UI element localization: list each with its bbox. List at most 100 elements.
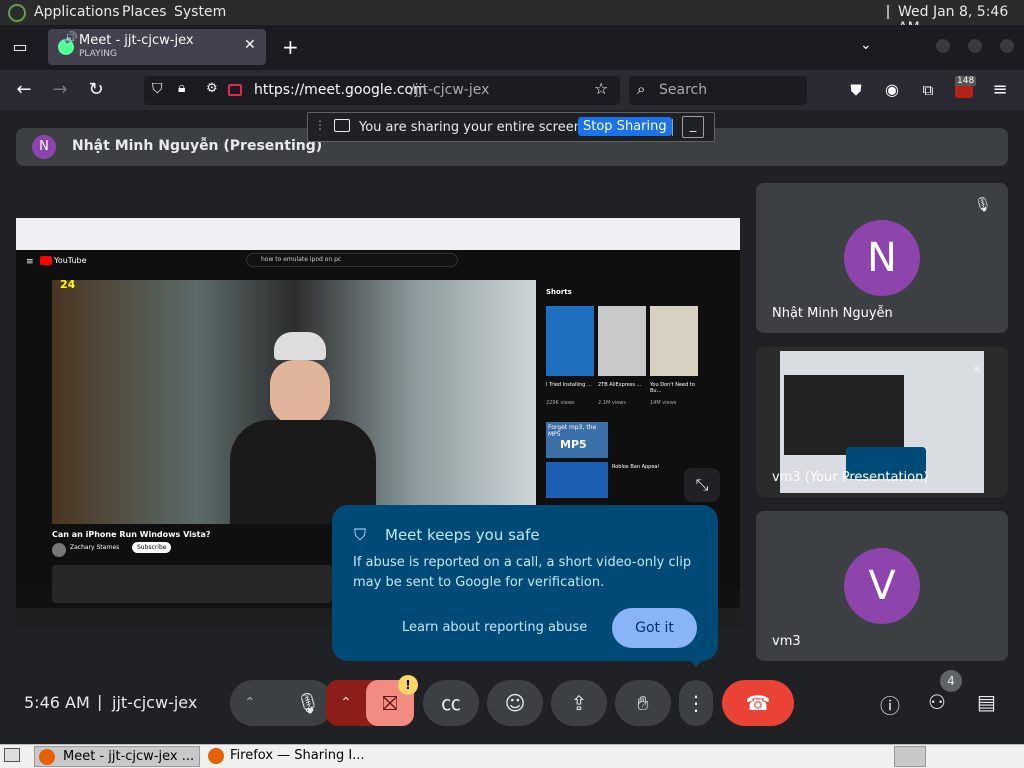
new-tab-button[interactable]: + bbox=[282, 35, 299, 59]
account-icon[interactable]: ◉ bbox=[880, 78, 904, 102]
participant-tile[interactable]: N Nhật Minh Nguyễn 🎙︎ bbox=[756, 183, 1008, 333]
yt-rec-2-title: Roblox Ban Appeal bbox=[612, 464, 659, 470]
learn-more-link[interactable]: Learn about reporting abuse bbox=[402, 620, 587, 635]
presentation-video-area bbox=[784, 375, 904, 455]
presenter-name: Nhật Minh Nguyễn (Presenting) bbox=[72, 138, 323, 154]
minimize-window-icon[interactable] bbox=[936, 39, 950, 53]
yt-search-box: how to emulate ipod on pc bbox=[246, 253, 458, 267]
lock-icon[interactable]: 🔒︎ bbox=[178, 80, 185, 96]
tab-subtitle: PLAYING bbox=[79, 49, 117, 59]
yt-channel-name: Zachary Starnes bbox=[70, 544, 120, 551]
yt-rec-2-thumb bbox=[546, 462, 608, 498]
audio-muted-icon: 🔇︎ bbox=[974, 361, 983, 377]
app-menu-icon[interactable]: ≡ bbox=[988, 78, 1012, 102]
yt-query: how to emulate ipod on pc bbox=[261, 256, 342, 263]
raise-hand-icon[interactable]: ✋︎ bbox=[615, 680, 671, 726]
participant-tile[interactable]: V vm3 bbox=[756, 511, 1008, 661]
yt-video-title: Can an iPhone Run Windows Vista? bbox=[52, 530, 211, 539]
mic-muted-icon: 🎙︎ bbox=[974, 197, 992, 213]
yt-rec-1-tag: MP5 bbox=[560, 438, 587, 451]
speaker-icon[interactable]: 🔊 bbox=[64, 31, 78, 44]
forward-icon[interactable]: → bbox=[48, 78, 72, 102]
meeting-details-icon[interactable]: ⓘ bbox=[880, 690, 900, 719]
tracking-protection-icon[interactable]: ⛉ bbox=[152, 81, 163, 97]
present-screen-icon[interactable]: ⇪ bbox=[551, 680, 607, 726]
screen-share-banner: ⋮ You are sharing your entire screen. St… bbox=[307, 112, 715, 142]
participant-name: Nhật Minh Nguyễn bbox=[772, 306, 893, 321]
yt-short-3-views: 14M views bbox=[650, 400, 677, 406]
participant-tile-presentation[interactable]: vm3 (Your Presentation) 🔇︎ bbox=[756, 347, 1008, 497]
yt-short-3-thumb bbox=[650, 306, 698, 376]
yt-site: YouTube bbox=[54, 256, 87, 265]
show-desktop-icon[interactable] bbox=[4, 748, 20, 762]
shield-icon: ⛉ bbox=[354, 525, 367, 544]
drag-handle-icon[interactable]: ⋮ bbox=[314, 118, 326, 132]
yt-video-player: 24 bbox=[52, 278, 536, 524]
system-taskbar: Meet - jjt-cjcw-jex ... Firefox — Sharin… bbox=[0, 744, 1024, 768]
people-icon[interactable]: ⚇ bbox=[928, 690, 946, 714]
captions-icon[interactable]: ㏄ bbox=[423, 680, 479, 726]
yt-timer: 24 bbox=[60, 278, 76, 291]
search-placeholder: Search bbox=[659, 82, 708, 98]
bookmark-star-icon[interactable]: ☆ bbox=[594, 79, 608, 98]
menu-places[interactable]: Places bbox=[122, 4, 167, 20]
presenter-avatar: N bbox=[32, 135, 56, 159]
browser-tab-meet[interactable]: 🔊 Meet - jjt-cjcw-jex PLAYING ✕ bbox=[48, 29, 266, 65]
yt-logo-icon bbox=[40, 256, 52, 265]
person-cap bbox=[274, 332, 326, 360]
mic-options-chevron-icon[interactable]: ⌃ bbox=[244, 680, 256, 726]
yt-short-1-title: I Tried Installing ... bbox=[546, 382, 592, 388]
maximize-window-icon[interactable] bbox=[968, 39, 982, 53]
reload-icon[interactable]: ↻ bbox=[84, 78, 108, 102]
ublock-count-badge: 148 bbox=[955, 76, 977, 86]
taskbar-item-sharing[interactable]: Firefox — Sharing I... bbox=[204, 746, 370, 767]
close-window-icon[interactable] bbox=[1000, 39, 1014, 53]
share-banner-text: You are sharing your entire screen. bbox=[359, 120, 587, 135]
close-tab-icon[interactable]: ✕ bbox=[244, 37, 256, 53]
popup-pointer bbox=[688, 657, 704, 667]
yt-subscribe: Subscribe bbox=[132, 542, 172, 553]
url-host: https://meet.google.com bbox=[254, 82, 427, 98]
yt-short-3-title: You Don't Need to Bu... bbox=[650, 382, 695, 394]
got-it-button[interactable]: Got it bbox=[612, 608, 697, 648]
fullscreen-icon[interactable]: ⤡ bbox=[684, 468, 720, 502]
yt-menu-icon: ≡ bbox=[26, 257, 34, 267]
participant-avatar: N bbox=[844, 220, 920, 296]
yt-rec-1-title: Forget mp3, the MP5 bbox=[548, 424, 597, 438]
panel-divider bbox=[887, 5, 889, 19]
chat-icon[interactable]: ▤ bbox=[977, 690, 996, 714]
pocket-icon[interactable]: ⛊ bbox=[844, 78, 868, 102]
menu-system[interactable]: System bbox=[174, 4, 226, 20]
screen-share-indicator-icon[interactable] bbox=[228, 84, 242, 96]
meeting-code: jjt-cjcw-jex bbox=[112, 693, 198, 712]
taskbar-item-meet[interactable]: Meet - jjt-cjcw-jex ... bbox=[34, 746, 200, 767]
camera-warning-badge: ! bbox=[398, 675, 418, 695]
meeting-time: 5:46 AM bbox=[24, 693, 90, 712]
system-top-panel: Applications Places System Wed Jan 8, 5:… bbox=[0, 0, 1024, 36]
distro-logo-icon[interactable] bbox=[8, 4, 26, 22]
mic-group: ⌃ 🎙︎ bbox=[230, 680, 334, 726]
search-bar[interactable]: ⌕ Search bbox=[629, 76, 807, 105]
menu-applications[interactable]: Applications bbox=[34, 4, 120, 20]
yt-short-2-thumb bbox=[598, 306, 646, 376]
camera-options-chevron-icon[interactable]: ⌃ bbox=[340, 680, 352, 726]
hide-banner-button[interactable]: _ bbox=[682, 116, 704, 138]
yt-short-2-views: 2.1M views bbox=[598, 400, 626, 406]
leave-call-icon[interactable]: ☎︎ bbox=[722, 680, 794, 726]
extensions-icon[interactable]: ⧉ bbox=[916, 78, 940, 102]
tab-list-icon[interactable]: ▭ bbox=[8, 35, 32, 59]
person-face bbox=[270, 360, 330, 424]
url-bar[interactable]: ⛉ 🔒︎ ⚙ https://meet.google.com /jjt-cjcw… bbox=[144, 76, 620, 105]
stop-sharing-button[interactable]: Stop Sharing bbox=[578, 117, 672, 136]
people-count-badge: 4 bbox=[940, 670, 962, 692]
emoji-icon[interactable]: ☺ bbox=[487, 680, 543, 726]
yt-short-2-title: 2TB AliExpress ... bbox=[598, 382, 642, 388]
permissions-icon[interactable]: ⚙ bbox=[206, 81, 218, 96]
search-icon: ⌕ bbox=[637, 80, 646, 98]
list-all-tabs-icon[interactable]: ⌄ bbox=[860, 37, 872, 53]
popup-title: Meet keeps you safe bbox=[385, 526, 540, 544]
workspace-switcher[interactable] bbox=[894, 746, 926, 767]
more-options-icon[interactable]: ⋮ bbox=[679, 680, 713, 726]
taskbar-item-label: Meet - jjt-cjcw-jex ... bbox=[63, 749, 195, 764]
back-icon[interactable]: ← bbox=[12, 78, 36, 102]
